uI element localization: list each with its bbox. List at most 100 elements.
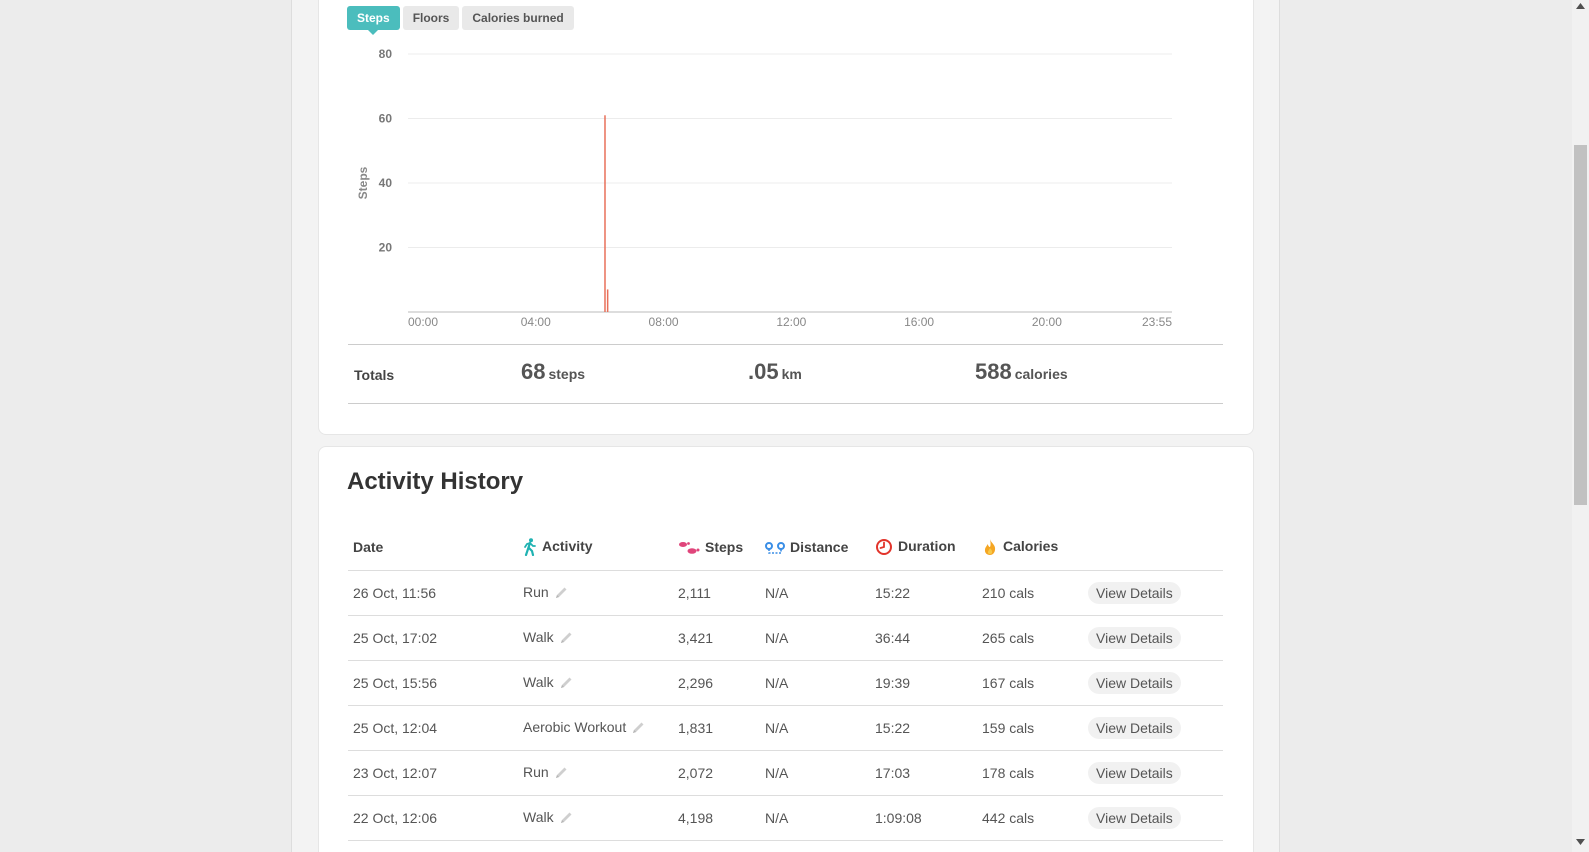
tab-steps[interactable]: Steps (347, 6, 400, 35)
col-calories: Calories (982, 525, 1088, 571)
row-activity: Walk (523, 615, 678, 661)
view-details-button[interactable]: View Details (1088, 806, 1181, 829)
row-date: 22 Oct, 12:06 (348, 795, 523, 841)
table-row: 25 Oct, 15:56 Walk 2,296 N/A 19:39 167 cals Vi… (348, 660, 1223, 706)
col-activity-label: Activity (542, 538, 593, 555)
y-tick-label: 40 (379, 176, 393, 190)
row-date: 25 Oct, 15:56 (348, 660, 523, 706)
col-actions (1088, 525, 1223, 571)
row-activity: Aerobic Workout (523, 705, 678, 751)
row-calories: 167 cals (982, 660, 1088, 706)
row-date: 23 Oct, 12:07 (348, 750, 523, 796)
scroll-up-arrow-icon[interactable] (1576, 3, 1585, 9)
view-details-button[interactable]: View Details (1088, 716, 1181, 739)
activity-history-title: Activity History (347, 468, 524, 495)
clock-icon (876, 539, 892, 556)
row-steps: 4,198 (678, 795, 765, 841)
flame-icon (984, 539, 996, 556)
view-details-button[interactable]: View Details (1088, 626, 1181, 649)
view-details-button[interactable]: View Details (1088, 581, 1181, 604)
x-tick-label: 08:00 (649, 315, 679, 329)
row-actions: View Details (1088, 660, 1223, 706)
row-duration: 15:22 (875, 570, 982, 616)
total-calories: 588 calories (975, 359, 1068, 385)
steps-chart: 80 60 40 20 00:00 04:00 08:00 12:00 16:00 20:00 23… (356, 47, 1172, 329)
scrollbar-thumb[interactable] (1574, 145, 1587, 505)
row-calories: 265 cals (982, 615, 1088, 661)
chart-bar (604, 115, 606, 313)
total-distance-unit: km (781, 366, 802, 382)
totals-row: Totals 68 steps .05 km 588 calories (348, 344, 1223, 404)
row-steps: 1,831 (678, 705, 765, 751)
pencil-icon[interactable] (558, 810, 574, 826)
row-activity-name: Run (523, 763, 549, 780)
row-date: 25 Oct, 12:04 (348, 705, 523, 751)
row-actions: View Details (1088, 795, 1223, 841)
table-row: 23 Oct, 12:07 Run 2,072 N/A 17:03 178 cals Vie… (348, 750, 1223, 796)
row-duration: 1:09:08 (875, 795, 982, 841)
view-details-button[interactable]: View Details (1088, 671, 1181, 694)
pencil-icon[interactable] (630, 720, 646, 736)
col-steps-label: Steps (705, 539, 744, 556)
row-actions: View Details (1088, 750, 1223, 796)
row-calories: 159 cals (982, 705, 1088, 751)
x-tick-label: 20:00 (1032, 315, 1062, 329)
row-duration: 17:03 (875, 750, 982, 796)
pencil-icon[interactable] (558, 675, 574, 691)
footprints-icon (679, 542, 700, 555)
row-date: 26 Oct, 11:56 (348, 570, 523, 616)
walking-person-icon (524, 538, 536, 557)
tab-calories-burned[interactable]: Calories burned (462, 6, 574, 30)
x-tick-label: 04:00 (521, 315, 551, 329)
vertical-scrollbar[interactable] (1572, 0, 1589, 852)
x-tick-label: 23:55 (1142, 315, 1172, 329)
row-duration: 15:22 (875, 705, 982, 751)
row-activity-name: Walk (523, 673, 554, 690)
table-body: 26 Oct, 11:56 Run 2,111 N/A 15:22 210 cals Vie… (348, 570, 1223, 841)
col-duration-label: Duration (898, 538, 956, 555)
row-activity-name: Walk (523, 628, 554, 645)
row-activity-name: Aerobic Workout (523, 718, 627, 735)
table-row: 26 Oct, 11:56 Run 2,111 N/A 15:22 210 cals Vie… (348, 570, 1223, 616)
x-tick-label: 00:00 (408, 315, 438, 329)
pencil-icon[interactable] (553, 765, 569, 781)
table-header-row: Date Activity Steps Distance Duration Ca… (348, 525, 1223, 571)
col-distance: Distance (765, 525, 875, 571)
table-row: 25 Oct, 12:04 Aerobic Workout 1,831 N/A 15:2… (348, 705, 1223, 751)
row-actions: View Details (1088, 705, 1223, 751)
row-actions: View Details (1088, 570, 1223, 616)
row-distance: N/A (765, 660, 875, 706)
pencil-icon[interactable] (553, 585, 569, 601)
y-tick-label: 20 (379, 241, 393, 255)
row-duration: 19:39 (875, 660, 982, 706)
y-tick-label: 60 (379, 112, 393, 126)
row-distance: N/A (765, 705, 875, 751)
row-steps: 2,072 (678, 750, 765, 796)
total-distance: .05 km (748, 359, 802, 385)
row-steps: 3,421 (678, 615, 765, 661)
view-details-button[interactable]: View Details (1088, 761, 1181, 784)
pencil-icon[interactable] (558, 630, 574, 646)
row-steps: 2,296 (678, 660, 765, 706)
total-steps-value: 68 (521, 359, 546, 384)
y-tick-label: 80 (379, 47, 393, 61)
row-actions: View Details (1088, 615, 1223, 661)
row-activity-name: Walk (523, 808, 554, 825)
col-duration: Duration (875, 525, 982, 571)
total-steps-unit: steps (548, 366, 586, 382)
col-distance-label: Distance (790, 539, 849, 556)
row-activity: Run (523, 750, 678, 796)
scroll-down-arrow-icon[interactable] (1576, 839, 1585, 845)
activity-history-table: Date Activity Steps Distance Duration Ca… (348, 525, 1223, 841)
distance-icon (765, 542, 785, 555)
tab-floors[interactable]: Floors (402, 6, 460, 30)
row-activity: Run (523, 570, 678, 616)
row-date: 25 Oct, 17:02 (348, 615, 523, 661)
chart-bar (606, 289, 609, 312)
col-date: Date (348, 525, 523, 571)
total-calories-unit: calories (1014, 366, 1068, 382)
row-calories: 210 cals (982, 570, 1088, 616)
col-steps: Steps (678, 525, 765, 571)
row-calories: 442 cals (982, 795, 1088, 841)
row-calories: 178 cals (982, 750, 1088, 796)
